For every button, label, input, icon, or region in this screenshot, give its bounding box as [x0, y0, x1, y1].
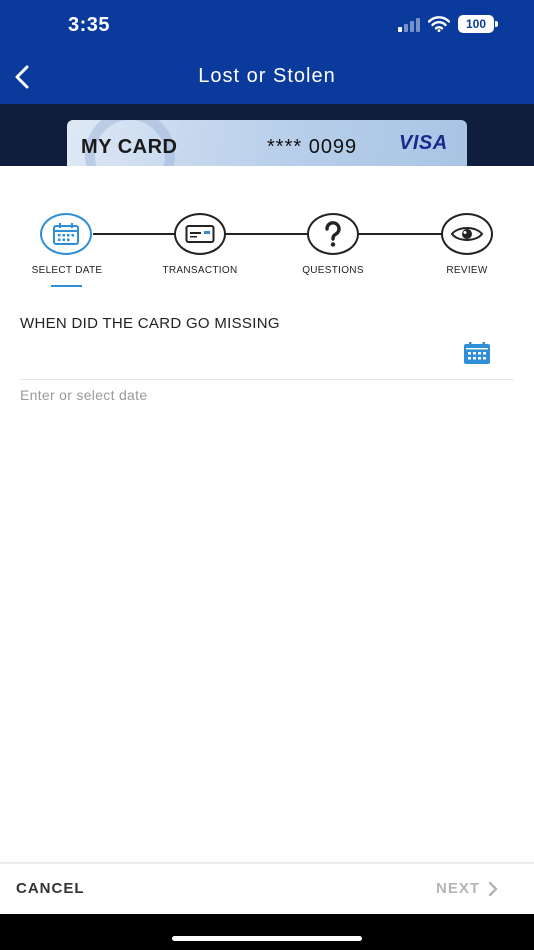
step-connector [93, 233, 175, 235]
step-label-questions: QUESTIONS [302, 265, 364, 276]
next-button-label: NEXT [435, 880, 480, 897]
battery-level: 100 [465, 17, 487, 31]
top-bar: 3:35 100 Lost or Stolen [0, 0, 534, 104]
home-indicator-area [0, 914, 534, 950]
step-connector [359, 233, 443, 235]
step-label-transaction: TRANSACTION [162, 265, 238, 276]
footer-divider [0, 862, 534, 864]
active-step-indicator [51, 285, 82, 287]
wifi-icon [428, 16, 450, 32]
step-review[interactable] [441, 213, 493, 255]
date-input[interactable] [20, 385, 320, 405]
page-title: Lost or Stolen [198, 65, 336, 87]
calendar-icon [464, 342, 490, 364]
step-connector [226, 233, 308, 235]
battery-icon: 100 [458, 15, 498, 33]
eye-icon [450, 227, 484, 241]
missing-date-question: WHEN DID THE CARD GO MISSING [20, 315, 280, 332]
card-image: MY CARD **** 0099 VISA [67, 120, 467, 166]
card-brand-logo: VISA [399, 132, 448, 154]
status-time: 3:35 [68, 14, 111, 36]
step-label-review: REVIEW [446, 265, 488, 276]
status-indicators: 100 [398, 15, 498, 33]
cancel-button[interactable]: CANCEL [16, 880, 85, 897]
step-select-date[interactable] [40, 213, 92, 255]
question-mark-icon [325, 221, 341, 247]
card-preview-band: MY CARD **** 0099 VISA [0, 104, 534, 166]
step-questions[interactable] [307, 213, 359, 255]
next-button[interactable]: NEXT [436, 880, 498, 897]
home-indicator[interactable] [172, 936, 362, 941]
chevron-right-icon [488, 881, 498, 896]
date-field-divider [20, 379, 514, 380]
cellular-signal-icon [398, 16, 420, 32]
card-icon [185, 225, 215, 243]
progress-stepper: SELECT DATE TRANSACTION QUESTIONS REVIEW [0, 205, 534, 295]
calendar-icon [53, 223, 79, 245]
card-name: MY CARD [81, 136, 178, 158]
step-transaction[interactable] [174, 213, 226, 255]
card-number: **** 0099 [267, 136, 358, 158]
step-label-select-date: SELECT DATE [31, 265, 103, 276]
date-picker-button[interactable] [464, 342, 490, 364]
